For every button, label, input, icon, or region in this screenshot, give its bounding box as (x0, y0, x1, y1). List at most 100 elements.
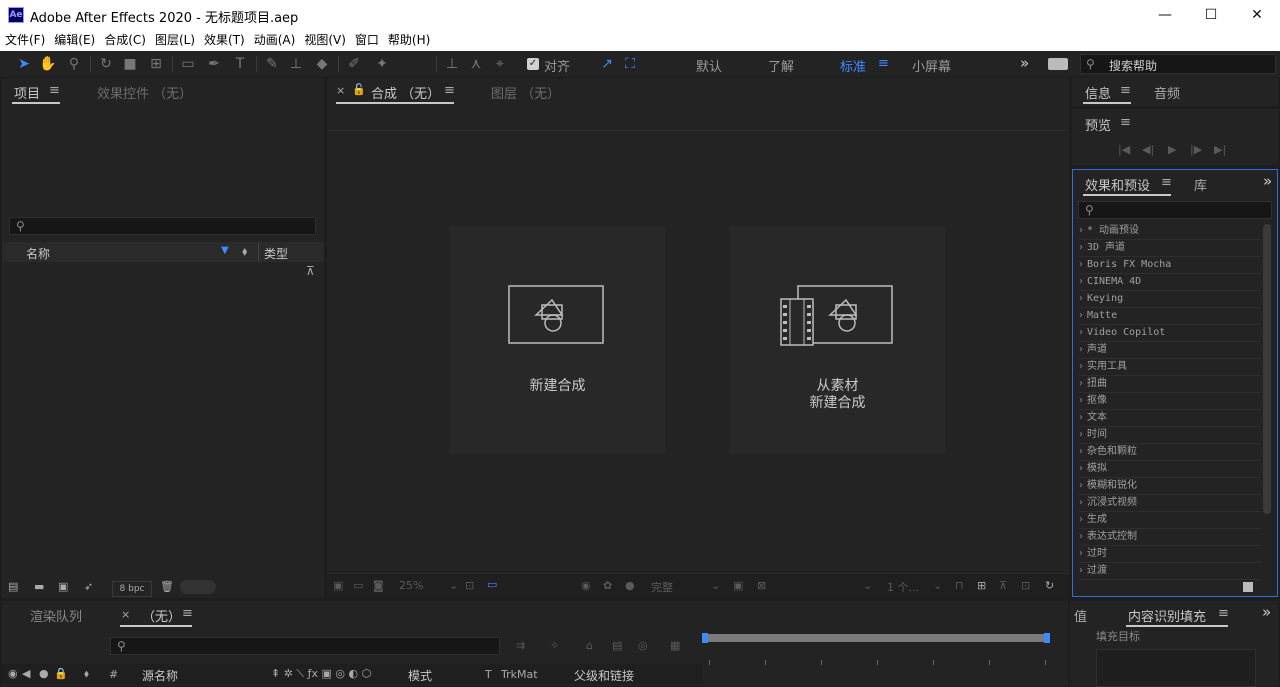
render-icon[interactable]: ➶ (84, 580, 93, 593)
content-aware-menu-icon[interactable]: ≡ (1218, 606, 1229, 621)
tab-effects-presets[interactable]: 效果和预设 (1085, 175, 1150, 194)
play-icon[interactable]: ▶ (1168, 143, 1176, 156)
effect-category-item[interactable]: › CINEMA 4D (1079, 273, 1261, 291)
maximize-button[interactable]: ☐ (1188, 0, 1234, 31)
motion-blur-icon[interactable]: ◎ (638, 639, 648, 652)
lock-icon[interactable]: 🔓 (352, 83, 366, 96)
fit-icon[interactable]: ⊡ (465, 579, 474, 592)
search-help-input[interactable]: ⚲ 搜索帮助 (1080, 54, 1276, 74)
mask-visibility-icon[interactable]: ◙ (373, 579, 384, 592)
monitor-icon[interactable]: ▭ (353, 579, 363, 592)
column-name[interactable]: 名称 (26, 245, 50, 262)
world-axis-icon[interactable]: ⋏ (466, 54, 486, 74)
resolution-dropdown[interactable]: 完整 (651, 579, 673, 595)
timeline-search-input[interactable]: ⚲ (110, 637, 500, 655)
effect-category-item[interactable]: › Video Copilot (1079, 324, 1261, 342)
workspace-settings-icon[interactable] (1048, 58, 1068, 70)
tab-library[interactable]: 库 (1194, 175, 1207, 194)
menu-help[interactable]: 帮助(H) (383, 31, 433, 50)
view-axis-icon[interactable]: ⌖ (490, 54, 510, 74)
hand-tool-icon[interactable]: ✋ (38, 54, 58, 74)
time-ruler[interactable] (705, 645, 1050, 675)
selection-tool-icon[interactable]: ➤ (14, 54, 34, 74)
chevron-down-icon[interactable]: ⌄ (711, 579, 720, 592)
transparency-grid-icon[interactable]: ▭ (487, 578, 497, 591)
snap-checkbox[interactable]: ✓ (527, 58, 539, 70)
close-button[interactable]: ✕ (1234, 0, 1280, 31)
interpret-footage-icon[interactable]: ▤ (8, 580, 18, 593)
snap-options-icon[interactable]: ↗ (597, 54, 617, 74)
more-panels-icon[interactable]: » (1262, 603, 1271, 621)
last-frame-icon[interactable]: ▶| (1214, 143, 1226, 156)
new-composition-icon[interactable]: ▣ (58, 580, 68, 593)
audio-icon[interactable]: ◀ (22, 667, 30, 680)
tab-project[interactable]: 项目 (14, 83, 40, 102)
chevron-down-icon[interactable]: ⌄ (863, 579, 872, 592)
video-visibility-icon[interactable]: ◉ (8, 667, 18, 680)
switches-icons[interactable]: ⇞ ✲ ⟍ ƒx ▣ ◎ ◐ ⬡ (271, 667, 371, 681)
tab-layer[interactable]: 图层 （无） (491, 83, 560, 102)
pen-tool-icon[interactable]: ✒ (204, 54, 224, 74)
zoom-tool-icon[interactable]: ⚲ (64, 54, 84, 74)
composition-menu-icon[interactable]: ≡ (444, 83, 455, 98)
new-folder-icon[interactable]: ▬ (34, 580, 44, 593)
menu-edit[interactable]: 编辑(E) (49, 31, 98, 50)
workspace-menu-icon[interactable]: ≡ (878, 56, 889, 71)
effects-menu-icon[interactable]: ≡ (1161, 175, 1172, 190)
workspace-standard[interactable]: 标准 (840, 56, 866, 75)
show-snapshot-icon[interactable]: ✿ (603, 579, 612, 592)
draft-3d-icon[interactable]: ✧ (550, 639, 559, 652)
effects-scrollbar[interactable] (1263, 224, 1271, 514)
text-tool-icon[interactable]: T (230, 54, 250, 74)
effect-category-item[interactable]: › 实用工具 (1079, 358, 1261, 376)
effect-category-item[interactable]: › 文本 (1079, 409, 1261, 427)
menu-animation[interactable]: 动画(A) (249, 31, 299, 50)
effect-category-item[interactable]: › Boris FX Mocha (1079, 256, 1261, 274)
column-number[interactable]: # (109, 668, 118, 681)
info-menu-icon[interactable]: ≡ (1120, 83, 1131, 98)
toggle-transparency-icon[interactable]: ⊠ (757, 579, 766, 592)
sort-arrow-icon[interactable]: ▼ (221, 245, 229, 256)
column-type[interactable]: 类型 (264, 245, 288, 262)
effect-category-item[interactable]: › 模糊和锐化 (1079, 477, 1261, 495)
effect-category-item[interactable]: › 生成 (1079, 511, 1261, 529)
solo-icon[interactable]: ● (39, 667, 49, 680)
menu-layer[interactable]: 图层(L) (150, 31, 198, 50)
3d-renderer-icon[interactable]: ⊓ (955, 579, 964, 592)
effect-category-item[interactable]: › 过渡 (1079, 562, 1261, 580)
timeline-menu-icon[interactable]: ≡ (182, 606, 193, 621)
effect-category-item[interactable]: › 时间 (1079, 426, 1261, 444)
tab-preview[interactable]: 预览 (1085, 115, 1111, 134)
bit-depth-button[interactable]: 8 bpc (112, 581, 152, 597)
workspace-learn[interactable]: 了解 (768, 56, 794, 75)
chevron-down-icon[interactable]: ⌄ (449, 579, 458, 592)
close-tab-icon[interactable]: × (121, 608, 130, 621)
menu-window[interactable]: 窗口 (350, 31, 382, 50)
label-tag-icon[interactable]: ⬧ (242, 244, 247, 259)
first-frame-icon[interactable]: |◀ (1118, 143, 1130, 156)
workspace-default[interactable]: 默认 (696, 56, 722, 75)
tab-effect-controls[interactable]: 效果控件 （无） (97, 83, 192, 102)
menu-effect[interactable]: 效果(T) (199, 31, 248, 50)
frame-blending-icon[interactable]: ▤ (612, 639, 622, 652)
effect-category-item[interactable]: › * 动画预设 (1079, 222, 1261, 240)
local-axis-icon[interactable]: ⊥ (442, 54, 462, 74)
flowchart-icon[interactable]: ⊼ (306, 264, 315, 278)
timeline-icon[interactable]: ⊞ (977, 579, 986, 592)
minimize-button[interactable]: — (1142, 0, 1188, 31)
new-composition-card[interactable]: 新建合成 (450, 226, 665, 454)
tab-content-aware-fill[interactable]: 内容识别填充 (1128, 606, 1206, 625)
snap-grid-icon[interactable]: ⛶ (620, 54, 640, 74)
next-frame-icon[interactable]: |▶ (1190, 143, 1202, 156)
chevron-down-icon[interactable]: ⌄ (933, 579, 942, 592)
work-area-bar[interactable] (705, 634, 1047, 642)
always-preview-icon[interactable]: ▣ (333, 579, 343, 592)
column-source-name[interactable]: 源名称 (142, 667, 178, 684)
tab-timeline-composition[interactable]: （无） (142, 606, 181, 625)
effect-category-item[interactable]: › 过时 (1079, 545, 1261, 563)
menu-view[interactable]: 视图(V) (299, 31, 349, 50)
rectangle-tool-icon[interactable]: ▭ (178, 54, 198, 74)
graph-editor-icon[interactable]: ▦ (670, 639, 680, 652)
label-tag-icon[interactable]: ⬧ (84, 667, 89, 681)
composition-mini-flowchart-icon[interactable]: ⇉ (516, 639, 525, 652)
